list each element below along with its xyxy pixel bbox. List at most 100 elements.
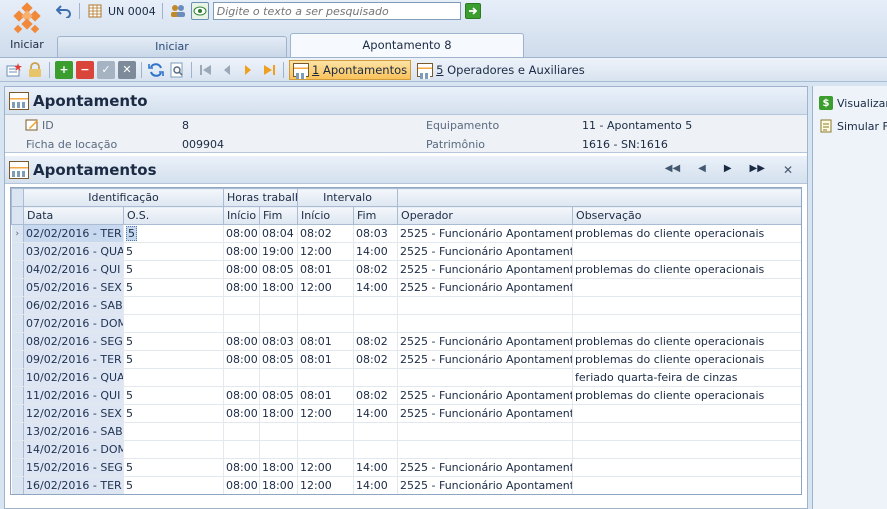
grid-cell[interactable] — [123, 422, 225, 441]
grid-cell[interactable] — [397, 422, 574, 441]
grid-cell[interactable]: 12/02/2016 - SEX — [23, 404, 124, 423]
row-indicator[interactable] — [11, 296, 24, 315]
grid-cell[interactable]: 14:00 — [353, 458, 399, 477]
grid-cell[interactable]: 08:05 — [259, 386, 299, 405]
column-header[interactable]: Fim — [353, 206, 399, 225]
row-indicator[interactable] — [11, 278, 24, 297]
grid-cell[interactable]: feriado quarta-feira de cinzas — [572, 368, 801, 387]
grid-cell[interactable]: 08:03 — [259, 332, 299, 351]
grid-cell[interactable]: 08:00 — [223, 404, 261, 423]
grid-cell[interactable] — [259, 296, 299, 315]
grid-cell[interactable]: 2525 - Funcionário Apontamento 5 — [397, 458, 574, 477]
grid-cell[interactable] — [397, 440, 574, 459]
grid-cell[interactable]: 03/02/2016 - QUA — [23, 242, 124, 261]
grid-cell[interactable] — [572, 314, 801, 333]
first-record-icon[interactable] — [197, 61, 215, 79]
column-header[interactable]: Início — [297, 206, 355, 225]
table-row[interactable]: 04/02/2016 - QUI 5 08:00 08:05 08:01 08:02 252… — [11, 260, 801, 279]
grid-cell[interactable] — [259, 368, 299, 387]
visualizar-action[interactable]: $ Visualizar F — [819, 96, 887, 110]
search-input[interactable] — [212, 2, 461, 20]
grid-cell[interactable] — [259, 422, 299, 441]
grid-cell[interactable]: 08:01 — [297, 350, 355, 369]
grid-cell[interactable]: 08:01 — [297, 332, 355, 351]
grid-cell[interactable]: 09/02/2016 - TER — [23, 350, 124, 369]
grid-cell[interactable]: 19:00 — [259, 242, 299, 261]
grid-prev-icon[interactable]: ◀ — [698, 163, 706, 177]
preview-icon[interactable] — [168, 61, 186, 79]
confirm-icon[interactable]: ✓ — [97, 60, 115, 79]
search-go-button[interactable] — [464, 3, 481, 19]
grid-cell[interactable]: 14:00 — [353, 404, 399, 423]
view-tab-apontamentos[interactable]: 1 Apontamentos — [289, 59, 412, 80]
row-indicator[interactable] — [11, 242, 24, 261]
grid-cell[interactable]: 13/02/2016 - SAB — [23, 422, 124, 441]
grid-cell[interactable]: 07/02/2016 - DOM — [23, 314, 124, 333]
table-row[interactable]: 08/02/2016 - SEG 5 08:00 08:03 08:01 08:02 252… — [11, 332, 801, 351]
grid-cell[interactable]: problemas do cliente operacionais — [572, 350, 801, 369]
grid-cell[interactable]: 14:00 — [353, 476, 399, 494]
remove-icon[interactable]: − — [76, 60, 94, 79]
grid-cell[interactable]: 12:00 — [297, 242, 355, 261]
table-row[interactable]: 12/02/2016 - SEX 5 08:00 18:00 12:00 14:00 252… — [11, 404, 801, 423]
grid-cell[interactable]: 5 — [123, 278, 225, 297]
row-indicator[interactable] — [11, 332, 24, 351]
grid-cell[interactable] — [223, 422, 261, 441]
grid-cell[interactable]: 08:03 — [353, 224, 399, 243]
grid-cell[interactable]: 15/02/2016 - SEG — [23, 458, 124, 477]
grid-cell[interactable]: 2525 - Funcionário Apontamento 5 — [397, 278, 574, 297]
new-record-icon[interactable] — [5, 61, 23, 79]
lock-icon[interactable] — [26, 61, 44, 79]
grid-cell[interactable] — [223, 296, 261, 315]
tab-iniciar[interactable]: Iniciar — [57, 36, 287, 57]
grid-cell[interactable] — [123, 440, 225, 459]
grid-cell[interactable] — [297, 440, 355, 459]
grid-cell[interactable]: 08:02 — [353, 260, 399, 279]
tab-apontamento-8[interactable]: Apontamento 8 — [290, 33, 524, 57]
grid-cell[interactable] — [397, 314, 574, 333]
undo-icon[interactable] — [55, 2, 73, 20]
row-indicator-icon[interactable]: › — [11, 224, 24, 243]
grid-cell[interactable]: 08:02 — [297, 224, 355, 243]
row-indicator[interactable] — [11, 476, 24, 494]
grid-cell[interactable] — [353, 296, 399, 315]
grid-cell[interactable] — [259, 440, 299, 459]
grid-cell[interactable]: 08:00 — [223, 332, 261, 351]
grid-cell[interactable]: 08:00 — [223, 386, 261, 405]
grid-cell[interactable]: 05/02/2016 - SEX — [23, 278, 124, 297]
row-indicator[interactable] — [11, 422, 24, 441]
table-row[interactable]: 07/02/2016 - DOM — [11, 314, 801, 333]
grid-cell[interactable]: 14:00 — [353, 242, 399, 261]
table-row[interactable]: 11/02/2016 - QUI 5 08:00 08:05 08:01 08:02 252… — [11, 386, 801, 405]
grid-cell[interactable]: 08:00 — [223, 458, 261, 477]
grid-cell[interactable]: 04/02/2016 - QUI — [23, 260, 124, 279]
row-indicator[interactable] — [11, 368, 24, 387]
grid-cell[interactable]: 2525 - Funcionário Apontamento 5 — [397, 386, 574, 405]
table-row[interactable]: › 02/02/2016 - TER 5 08:00 08:04 08:02 08:03 25… — [11, 224, 801, 243]
previous-record-icon[interactable] — [218, 61, 236, 79]
grid-cell[interactable]: 08:02 — [353, 386, 399, 405]
grid-cell[interactable] — [297, 296, 355, 315]
grid-cell[interactable]: 06/02/2016 - SAB — [23, 296, 124, 315]
grid-cell[interactable]: 5 — [123, 242, 225, 261]
grid-cell[interactable]: 5 — [123, 404, 225, 423]
grid-cell[interactable]: 11/02/2016 - QUI — [23, 386, 124, 405]
refresh-icon[interactable] — [147, 61, 165, 79]
grid-cell[interactable]: 2525 - Funcionário Apontamento 5 — [397, 260, 574, 279]
grid-cell[interactable]: 18:00 — [259, 458, 299, 477]
add-icon[interactable]: + — [55, 60, 73, 79]
row-indicator[interactable] — [11, 350, 24, 369]
grid-cell[interactable] — [572, 458, 801, 477]
grid-cell[interactable]: 2525 - Funcionário Apontamento 5 — [397, 224, 574, 243]
grid-cell[interactable]: 5 — [123, 224, 225, 243]
grid-cell[interactable] — [223, 368, 261, 387]
row-indicator[interactable] — [11, 458, 24, 477]
grid-cell[interactable]: problemas do cliente operacionais — [572, 224, 801, 243]
grid-cell[interactable]: 18:00 — [259, 476, 299, 494]
grid-cell[interactable]: 5 — [123, 386, 225, 405]
column-header[interactable]: O.S. — [122, 206, 225, 225]
cancel-icon[interactable]: ✕ — [118, 60, 136, 79]
grid-cell[interactable]: problemas do cliente operacionais — [572, 260, 801, 279]
table-row[interactable]: 06/02/2016 - SAB — [11, 296, 801, 315]
grid-cell[interactable]: 02/02/2016 - TER — [23, 224, 124, 243]
